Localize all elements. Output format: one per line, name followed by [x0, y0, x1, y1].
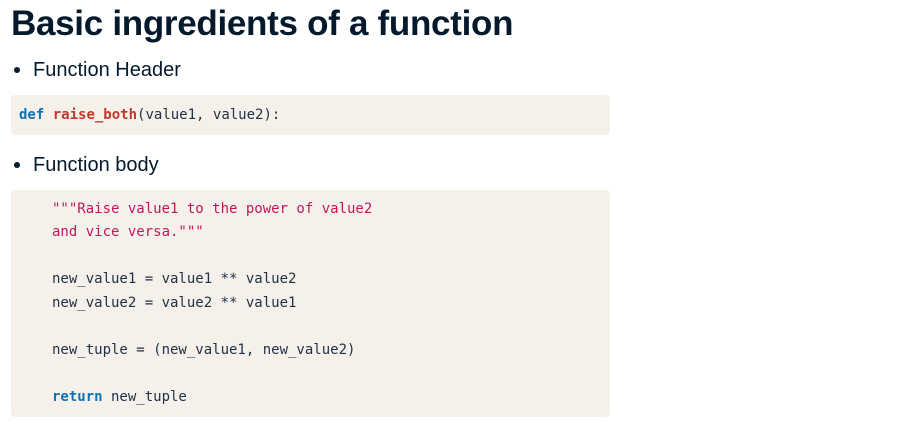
bullet-function-header: Function Header	[12, 57, 181, 83]
bullet-function-body: Function body	[12, 152, 159, 178]
code-line-def: def raise_both(value1, value2):	[19, 105, 280, 125]
return-keyword: return	[52, 389, 103, 405]
bullet-dot-icon	[14, 162, 20, 168]
function-signature: (value1, value2):	[137, 107, 281, 123]
def-keyword: def	[19, 107, 45, 123]
docstring-line-1: """Raise value1 to the power of value2	[52, 201, 373, 217]
code-line-new-value2: new_value2 = value2 ** value1	[52, 295, 297, 311]
body-code-block: """Raise value1 to the power of value2 a…	[11, 190, 610, 417]
code-line-new-value1: new_value1 = value1 ** value2	[52, 271, 297, 287]
bullet-dot-icon	[14, 67, 20, 73]
bullet-label: Function body	[33, 153, 159, 176]
header-code-block: def raise_both(value1, value2):	[11, 95, 610, 135]
code-line-new-tuple: new_tuple = (new_value1, new_value2)	[52, 342, 356, 358]
return-value: new_tuple	[102, 389, 187, 405]
code-line-return: return new_tuple	[52, 387, 187, 407]
slide-title: Basic ingredients of a function	[11, 4, 514, 43]
bullet-label: Function Header	[33, 58, 181, 81]
docstring-line-2: and vice versa."""	[52, 224, 204, 240]
function-name: raise_both	[52, 107, 138, 123]
